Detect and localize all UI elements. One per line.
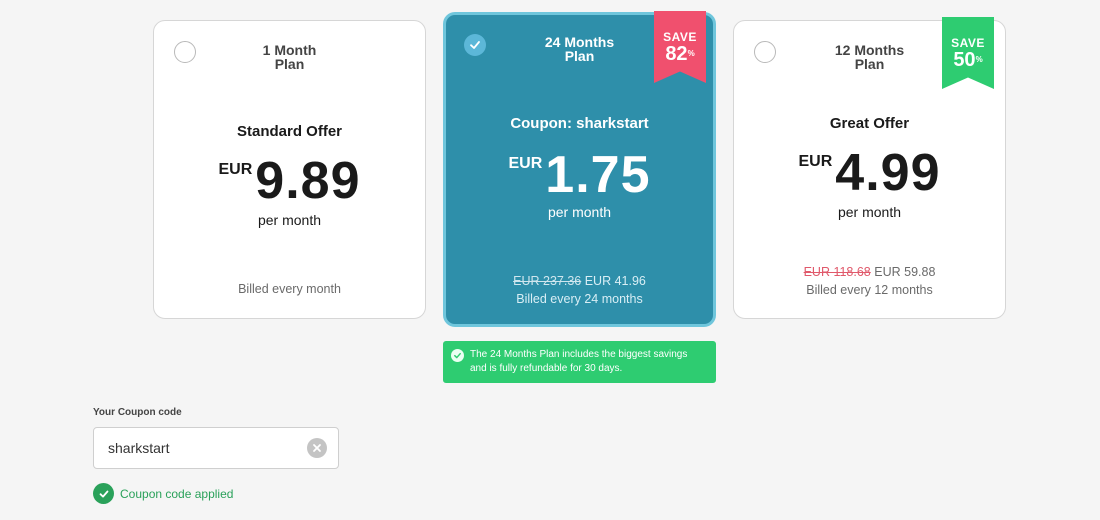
offer-title: Standard Offer	[236, 123, 342, 140]
notice-line1: The 24 Months Plan includes the biggest …	[470, 349, 688, 360]
notice-line2: and is fully refundable for 30 days.	[470, 363, 623, 374]
price-row: EUR 4.99	[734, 147, 1005, 199]
plan-card-1-month[interactable]: 1 Month Plan Standard Offer EUR 9.89 per…	[153, 20, 426, 319]
check-circle-icon	[451, 349, 464, 362]
savings-badge: SAVE 50%	[942, 17, 994, 89]
clear-coupon-button[interactable]	[307, 438, 327, 458]
coupon-status-text: Coupon code applied	[120, 486, 234, 501]
badge-percent: 50%	[942, 49, 994, 71]
pricing-page: 1 Month Plan Standard Offer EUR 9.89 per…	[0, 0, 1100, 520]
original-price: EUR 237.36	[513, 274, 582, 288]
coupon-status: Coupon code applied	[93, 483, 233, 504]
billing-price-line: EUR 118.68 EUR 59.88	[734, 263, 1005, 281]
billing-info: EUR 118.68 EUR 59.88 Billed every 12 mon…	[734, 263, 1005, 299]
billing-period: Billed every 12 months	[806, 283, 933, 297]
plan-card-12-months[interactable]: 12 Months Plan SAVE 50% Great Offer EUR …	[733, 17, 1006, 319]
price-amount: 1.75	[545, 146, 651, 204]
badge-percent-value: 82	[665, 43, 688, 65]
offer-title: Great Offer	[829, 115, 910, 132]
coupon-input[interactable]	[93, 427, 339, 469]
plan-name: 1 Month Plan	[154, 43, 425, 71]
billing-period: Billed every 24 months	[516, 292, 643, 306]
currency: EUR	[218, 161, 253, 178]
plan-name-line2: Plan	[274, 56, 305, 72]
badge-percent-sign: %	[687, 49, 695, 58]
plan-card-24-months[interactable]: 24 Months Plan SAVE 82% Coupon: sharksta…	[443, 11, 716, 327]
check-circle-icon	[93, 483, 114, 504]
badge-percent-value: 50	[953, 49, 976, 71]
badge-save-label: SAVE	[951, 36, 985, 50]
badge-percent-sign: %	[975, 55, 983, 64]
offer-title: Coupon: sharkstart	[510, 115, 649, 132]
price-row: EUR 1.75	[446, 149, 713, 201]
badge-percent: 82%	[654, 43, 706, 65]
price-amount: 9.89	[255, 152, 361, 210]
billing-info: Billed every month	[238, 282, 341, 296]
price-row: EUR 9.89	[154, 155, 425, 207]
coupon-label: Your Coupon code	[93, 407, 182, 418]
savings-notice: The 24 Months Plan includes the biggest …	[443, 341, 716, 383]
savings-badge: SAVE 82%	[654, 11, 706, 83]
price-amount: 4.99	[835, 144, 941, 202]
price-period: per month	[547, 204, 612, 220]
badge-save-label: SAVE	[663, 30, 697, 44]
billing-price-line: EUR 237.36 EUR 41.96	[446, 272, 713, 290]
billing-info: EUR 237.36 EUR 41.96 Billed every 24 mon…	[446, 272, 713, 308]
original-price: EUR 118.68	[803, 265, 871, 279]
currency: EUR	[508, 155, 543, 172]
discounted-price: EUR 59.88	[874, 265, 936, 279]
close-icon	[313, 444, 321, 452]
plan-name-line1: 1 Month	[262, 42, 317, 58]
price-period: per month	[257, 212, 322, 228]
currency: EUR	[798, 153, 833, 170]
discounted-price: EUR 41.96	[584, 274, 646, 288]
price-period: per month	[837, 204, 902, 220]
